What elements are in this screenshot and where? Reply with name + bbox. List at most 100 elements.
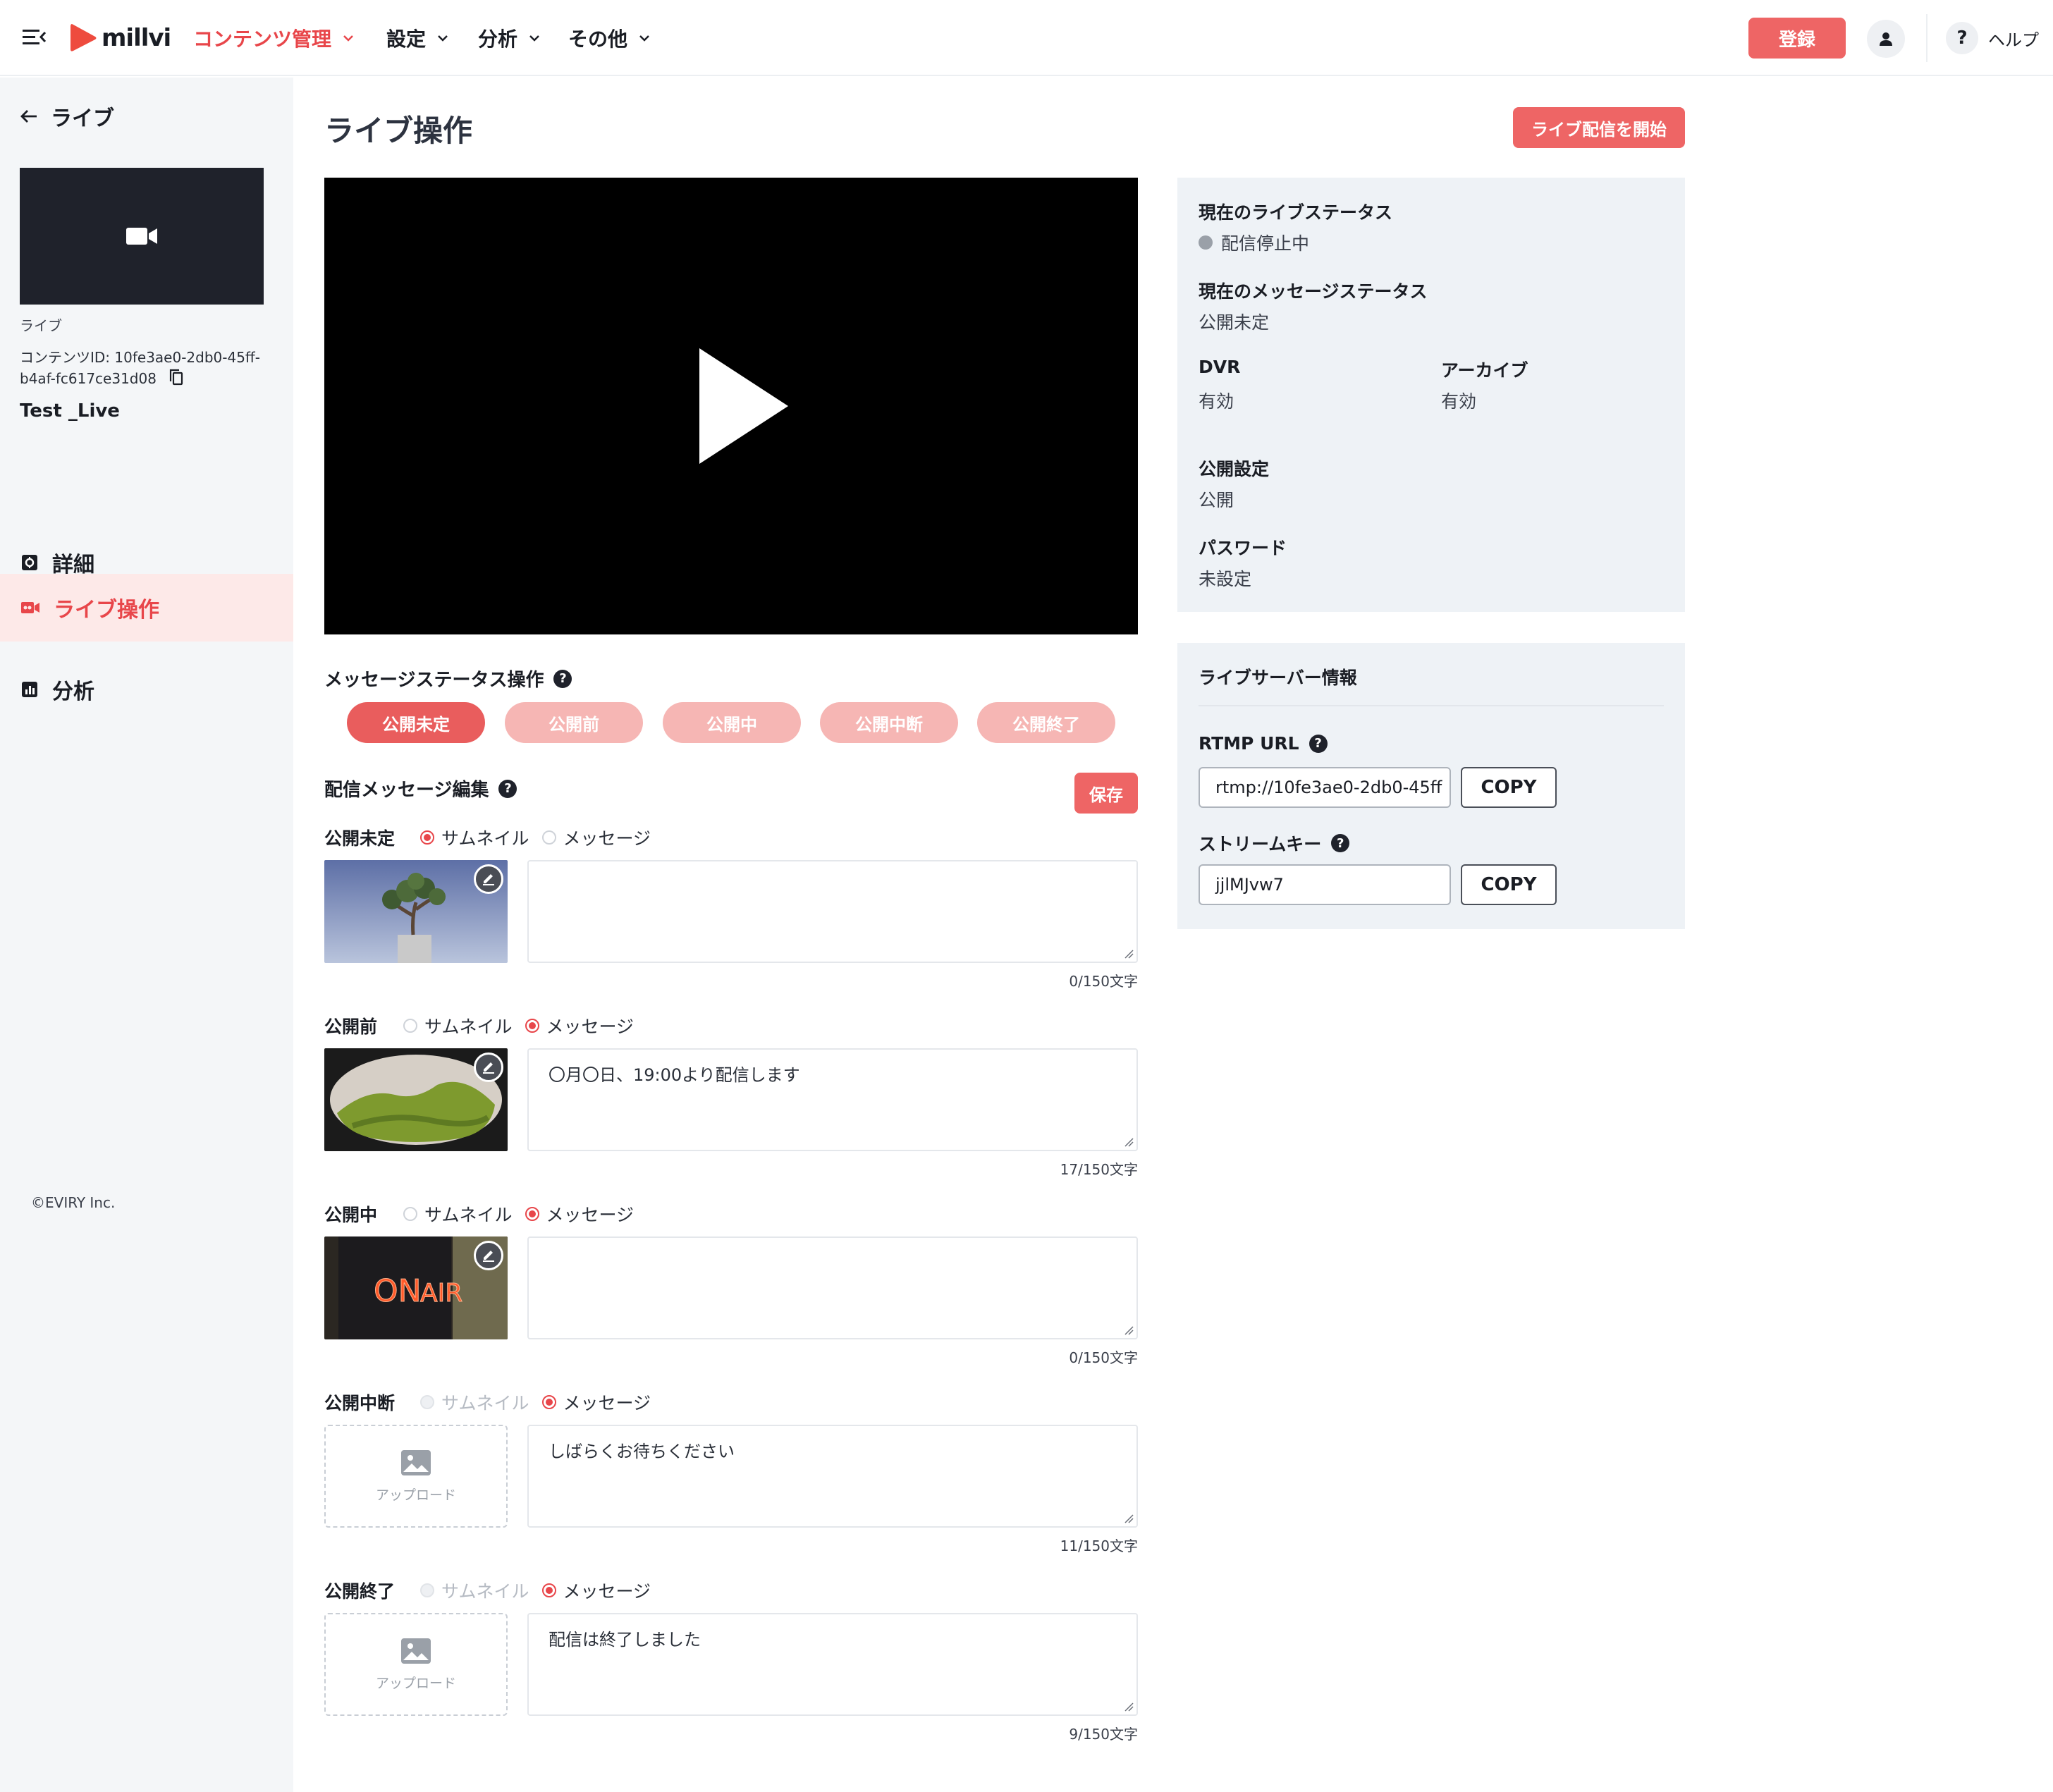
message-status-label: 現在のメッセージステータス bbox=[1199, 281, 1428, 302]
rtmp-url-label: RTMP URL ? bbox=[1199, 733, 1328, 754]
status-pill-undecided[interactable]: 公開未定 bbox=[347, 702, 485, 743]
status-pill-ended[interactable]: 公開終了 bbox=[977, 702, 1115, 743]
char-counter: 0/150文字 bbox=[1069, 973, 1138, 990]
radio-message-label: メッセージ bbox=[546, 1205, 635, 1225]
message-textarea[interactable]: 配信は終了しました bbox=[527, 1613, 1138, 1716]
status-pill-paused[interactable]: 公開中断 bbox=[820, 702, 958, 743]
content-type: ライブ bbox=[20, 317, 62, 334]
status-pill-live[interactable]: 公開中 bbox=[663, 702, 801, 743]
register-button[interactable]: 登録 bbox=[1748, 18, 1846, 59]
radio-thumbnail bbox=[420, 1583, 434, 1597]
message-text: しばらくお待ちください bbox=[549, 1442, 735, 1461]
radio-message-label: メッセージ bbox=[563, 1581, 651, 1602]
resize-grip-icon[interactable] bbox=[1124, 949, 1134, 959]
live-status-value: 配信停止中 bbox=[1199, 230, 1309, 255]
logo-text: millvi bbox=[102, 24, 171, 52]
page-title: ライブ操作 bbox=[324, 113, 473, 148]
edit-icon[interactable] bbox=[474, 1053, 503, 1082]
dvr-label: DVR bbox=[1199, 357, 1241, 377]
resize-grip-icon[interactable] bbox=[1124, 1702, 1134, 1712]
mode-radio-group: サムネイル メッセージ bbox=[403, 1013, 646, 1038]
nav-analytics[interactable]: 分析 bbox=[478, 0, 540, 76]
logo-play-icon bbox=[71, 24, 97, 51]
upload-dropzone[interactable]: アップロード bbox=[324, 1425, 508, 1528]
help-icon[interactable]: ? bbox=[553, 669, 572, 688]
copy-icon[interactable] bbox=[169, 369, 183, 391]
panel-divider bbox=[1199, 705, 1664, 706]
nav-label: 設定 bbox=[386, 27, 427, 51]
rtmp-url-label-text: RTMP URL bbox=[1199, 733, 1299, 754]
stream-key-input[interactable]: jjlMJvw7 bbox=[1199, 864, 1451, 905]
sidebar-item-label: 分析 bbox=[52, 680, 94, 704]
rtmp-url-input[interactable]: rtmp://10fe3ae0-2db0-45ff bbox=[1199, 767, 1451, 808]
radio-message[interactable] bbox=[541, 1583, 556, 1597]
help-link[interactable]: ? ヘルプ bbox=[1946, 21, 2039, 55]
resize-grip-icon[interactable] bbox=[1124, 1137, 1134, 1147]
radio-thumbnail[interactable] bbox=[403, 1207, 417, 1221]
message-textarea[interactable]: 〇月〇日、19:00より配信します bbox=[527, 1048, 1138, 1151]
header-divider bbox=[1926, 14, 1928, 62]
message-edit-heading: 配信メッセージ編集 ? bbox=[324, 775, 517, 802]
copy-rtmp-button[interactable]: COPY bbox=[1461, 767, 1557, 808]
live-status-text: 配信停止中 bbox=[1221, 233, 1310, 254]
play-icon[interactable] bbox=[699, 348, 791, 464]
radio-thumbnail[interactable] bbox=[420, 830, 434, 845]
help-icon[interactable]: ? bbox=[1309, 734, 1328, 753]
save-button[interactable]: 保存 bbox=[1074, 773, 1138, 814]
server-info-heading: ライブサーバー情報 bbox=[1199, 668, 1357, 688]
nav-other[interactable]: その他 bbox=[568, 0, 650, 76]
help-icon[interactable]: ? bbox=[498, 779, 517, 798]
thumbnail-image bbox=[324, 1048, 508, 1151]
message-textarea[interactable] bbox=[527, 1236, 1138, 1339]
publish-setting-label: 公開設定 bbox=[1199, 459, 1270, 479]
password-label: パスワード bbox=[1199, 538, 1287, 558]
radio-message[interactable] bbox=[525, 1019, 539, 1033]
nav-label: コンテンツ管理 bbox=[193, 27, 332, 51]
radio-thumbnail[interactable] bbox=[403, 1019, 417, 1033]
content-title: Test _Live bbox=[20, 400, 120, 422]
archive-value: 有効 bbox=[1441, 391, 1477, 412]
radio-thumbnail-label: サムネイル bbox=[441, 1393, 529, 1413]
user-menu-button[interactable] bbox=[1867, 20, 1905, 58]
resize-grip-icon[interactable] bbox=[1124, 1514, 1134, 1523]
help-icon: ? bbox=[1946, 22, 1978, 54]
message-textarea[interactable] bbox=[527, 860, 1138, 963]
publish-setting-value: 公開 bbox=[1199, 490, 1234, 510]
mode-radio-group: サムネイル メッセージ bbox=[420, 1578, 663, 1603]
resize-grip-icon[interactable] bbox=[1124, 1325, 1134, 1335]
video-player[interactable] bbox=[324, 178, 1138, 634]
sidebar-item-analytics[interactable]: 分析 bbox=[0, 656, 293, 723]
nav-content-management[interactable]: コンテンツ管理 bbox=[193, 0, 354, 76]
help-icon[interactable]: ? bbox=[1331, 834, 1350, 852]
message-row-label: 公開終了 bbox=[324, 1581, 396, 1602]
content-id-text: コンテンツID: 10fe3ae0-2db0-45ff-b4af-fc617ce… bbox=[20, 349, 260, 387]
status-pill-before[interactable]: 公開前 bbox=[505, 702, 643, 743]
info-square-icon bbox=[21, 554, 38, 571]
top-header: millvi コンテンツ管理 設定 分析 その他 登録 ? ヘルプ bbox=[0, 0, 2053, 76]
message-text: 〇月〇日、19:00より配信します bbox=[549, 1065, 800, 1085]
message-textarea[interactable]: しばらくお待ちください bbox=[527, 1425, 1138, 1528]
upload-dropzone[interactable]: アップロード bbox=[324, 1613, 508, 1716]
radio-message[interactable] bbox=[541, 830, 556, 845]
millvi-logo[interactable]: millvi bbox=[69, 20, 171, 56]
sidebar-item-label: ライブ操作 bbox=[54, 598, 159, 622]
char-counter: 9/150文字 bbox=[1069, 1726, 1138, 1743]
edit-icon[interactable] bbox=[474, 864, 503, 894]
sidebar-item-live-operation[interactable]: ライブ操作 bbox=[0, 574, 293, 642]
message-text: 配信は終了しました bbox=[549, 1630, 701, 1650]
nav-settings[interactable]: 設定 bbox=[386, 0, 448, 76]
password-value: 未設定 bbox=[1199, 569, 1252, 589]
back-link[interactable]: ライブ bbox=[20, 99, 114, 134]
message-edit-heading-label: 配信メッセージ編集 bbox=[324, 780, 489, 801]
bar-chart-icon bbox=[21, 681, 38, 698]
radio-thumbnail bbox=[420, 1395, 434, 1409]
live-status-label: 現在のライブステータス bbox=[1199, 202, 1393, 223]
upload-label: アップロード bbox=[375, 1487, 456, 1503]
radio-message[interactable] bbox=[525, 1207, 539, 1221]
radio-message-label: メッセージ bbox=[563, 1393, 651, 1413]
copy-stream-key-button[interactable]: COPY bbox=[1461, 864, 1557, 905]
menu-toggle-icon[interactable] bbox=[21, 25, 48, 49]
radio-message[interactable] bbox=[541, 1395, 556, 1409]
start-live-button[interactable]: ライブ配信を開始 bbox=[1513, 107, 1685, 148]
edit-icon[interactable] bbox=[474, 1241, 503, 1270]
